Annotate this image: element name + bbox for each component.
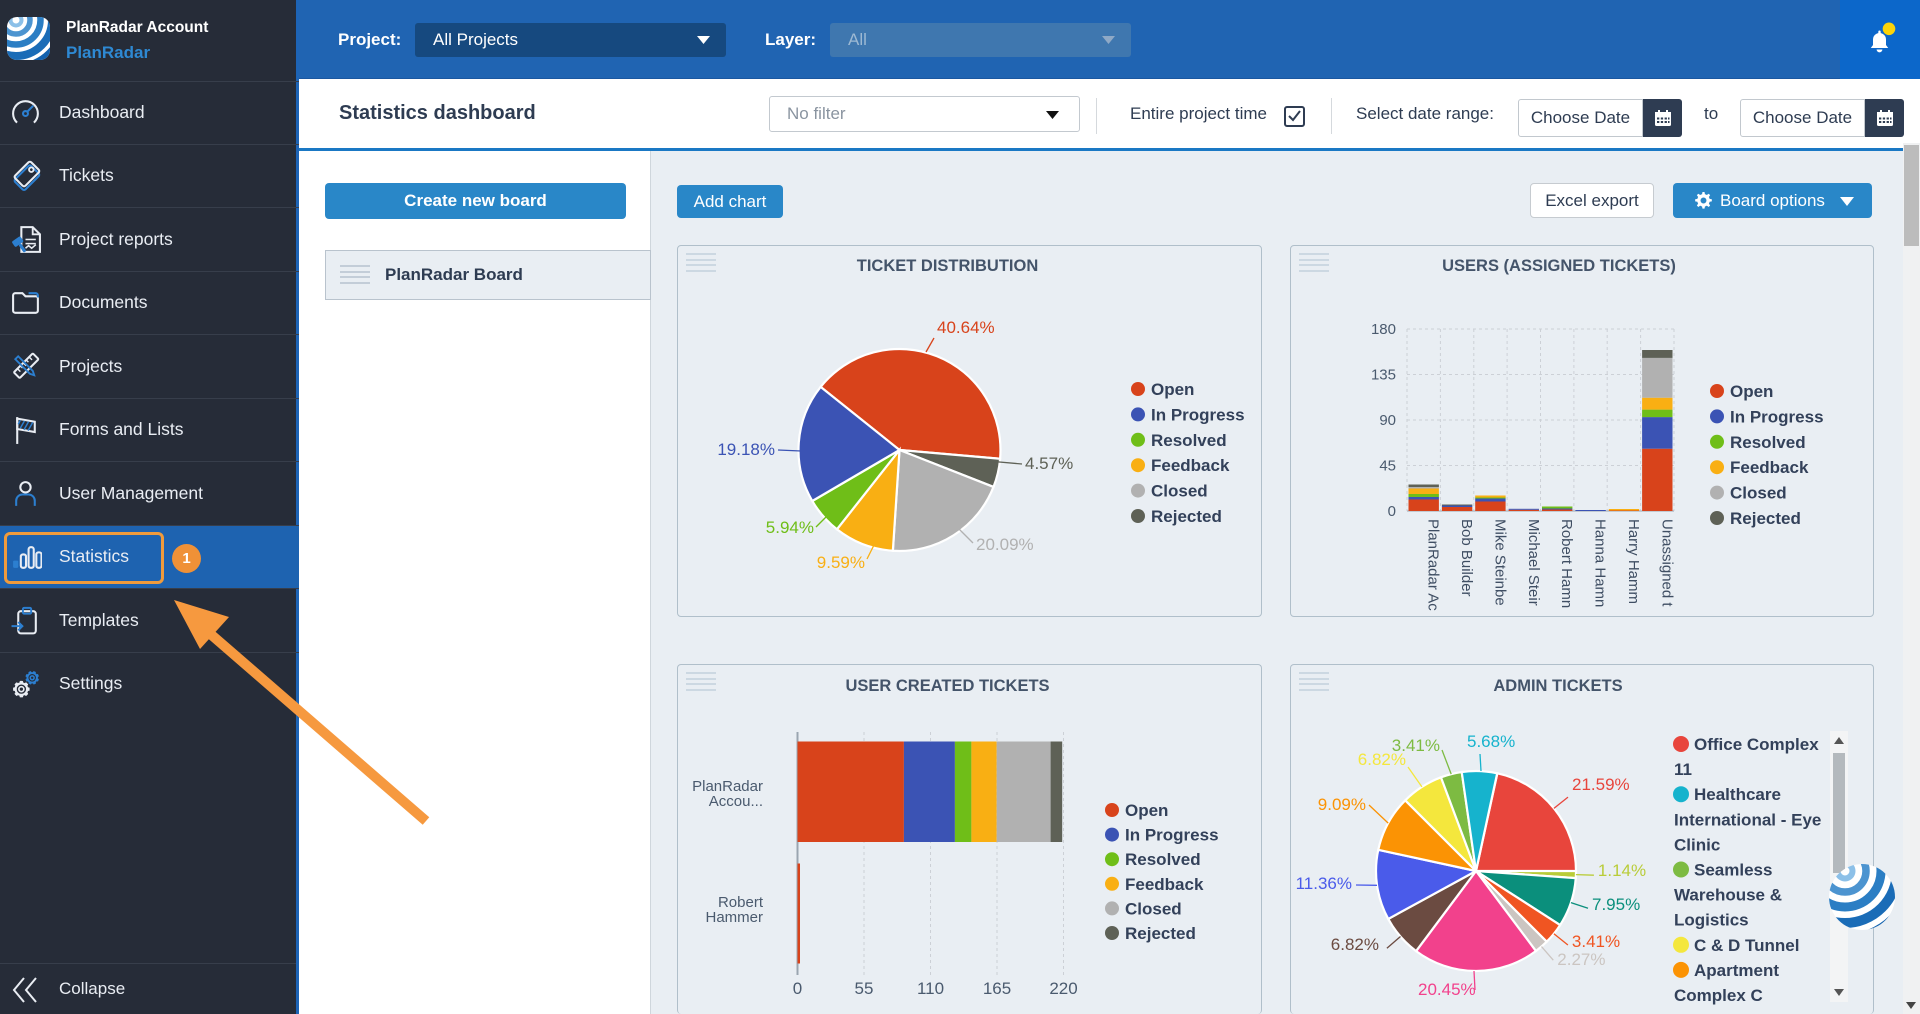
svg-text:135: 135 <box>1371 367 1396 384</box>
svg-text:Robert Hamn: Robert Hamn <box>1558 519 1575 608</box>
svg-text:Closed: Closed <box>1125 899 1182 918</box>
svg-text:International - Eye: International - Eye <box>1674 810 1821 829</box>
svg-text:11.36%: 11.36% <box>1296 874 1352 893</box>
svg-text:4.57%: 4.57% <box>1025 454 1073 473</box>
svg-text:Open: Open <box>1125 801 1168 820</box>
svg-text:5.68%: 5.68% <box>1467 732 1515 751</box>
svg-text:Hammer: Hammer <box>705 909 763 926</box>
svg-text:Open: Open <box>1151 380 1194 399</box>
svg-text:In Progress: In Progress <box>1125 826 1219 845</box>
svg-text:3.41%: 3.41% <box>1572 932 1620 951</box>
svg-text:Mike Steinbe: Mike Steinbe <box>1491 519 1508 606</box>
svg-text:19.18%: 19.18% <box>717 440 775 459</box>
svg-text:Healthcare: Healthcare <box>1694 785 1781 804</box>
svg-text:7.95%: 7.95% <box>1592 895 1640 914</box>
svg-text:1.14%: 1.14% <box>1598 861 1646 880</box>
svg-text:3.41%: 3.41% <box>1392 736 1440 755</box>
svg-text:9.59%: 9.59% <box>817 553 865 572</box>
svg-text:180: 180 <box>1371 321 1396 338</box>
svg-text:9.09%: 9.09% <box>1318 795 1366 814</box>
svg-text:Resolved: Resolved <box>1125 850 1201 869</box>
svg-text:In Progress: In Progress <box>1730 407 1824 426</box>
svg-text:Logistics: Logistics <box>1674 911 1749 930</box>
svg-text:165: 165 <box>983 979 1011 998</box>
svg-text:Rejected: Rejected <box>1151 507 1222 526</box>
svg-text:6.82%: 6.82% <box>1331 935 1379 954</box>
svg-text:Rejected: Rejected <box>1125 924 1196 943</box>
svg-text:Bob Builder: Bob Builder <box>1458 519 1475 597</box>
svg-text:In Progress: In Progress <box>1151 405 1245 424</box>
svg-text:Unassigned t: Unassigned t <box>1658 519 1675 607</box>
svg-text:20.09%: 20.09% <box>976 535 1034 554</box>
svg-text:Seamless: Seamless <box>1694 861 1772 880</box>
svg-text:55: 55 <box>855 979 874 998</box>
svg-text:Clinic: Clinic <box>1674 835 1720 854</box>
svg-text:Harry Hamm: Harry Hamm <box>1625 519 1642 604</box>
svg-text:110: 110 <box>917 979 944 998</box>
svg-text:Rejected: Rejected <box>1730 509 1801 528</box>
svg-text:Resolved: Resolved <box>1151 431 1227 450</box>
svg-text:Closed: Closed <box>1151 482 1208 501</box>
svg-text:C & D Tunnel: C & D Tunnel <box>1694 936 1799 955</box>
svg-text:Accou...: Accou... <box>709 793 763 810</box>
svg-text:Michael Steir: Michael Steir <box>1525 519 1542 606</box>
svg-text:2.27%: 2.27% <box>1557 950 1605 969</box>
svg-text:20.45%: 20.45% <box>1418 980 1476 999</box>
svg-text:45: 45 <box>1379 458 1396 475</box>
svg-text:Office Complex: Office Complex <box>1694 735 1819 754</box>
svg-text:Feedback: Feedback <box>1125 875 1204 894</box>
svg-text:220: 220 <box>1049 979 1077 998</box>
svg-text:Feedback: Feedback <box>1151 456 1230 475</box>
svg-text:Feedback: Feedback <box>1730 458 1809 477</box>
svg-text:11: 11 <box>1674 760 1692 779</box>
svg-text:90: 90 <box>1379 412 1396 429</box>
svg-text:21.59%: 21.59% <box>1572 775 1630 794</box>
svg-text:PlanRadar Ac: PlanRadar Ac <box>1425 519 1442 611</box>
svg-text:Complex C: Complex C <box>1674 986 1763 1005</box>
svg-text:Apartment: Apartment <box>1694 961 1779 980</box>
svg-text:Hanna Hamn: Hanna Hamn <box>1592 519 1609 607</box>
svg-text:5.94%: 5.94% <box>766 518 814 537</box>
svg-text:40.64%: 40.64% <box>937 318 995 337</box>
svg-text:Warehouse &: Warehouse & <box>1674 886 1782 905</box>
svg-text:0: 0 <box>793 979 802 998</box>
svg-text:Open: Open <box>1730 382 1773 401</box>
svg-text:Resolved: Resolved <box>1730 433 1806 452</box>
svg-text:Closed: Closed <box>1730 484 1787 503</box>
svg-text:0: 0 <box>1388 503 1396 520</box>
